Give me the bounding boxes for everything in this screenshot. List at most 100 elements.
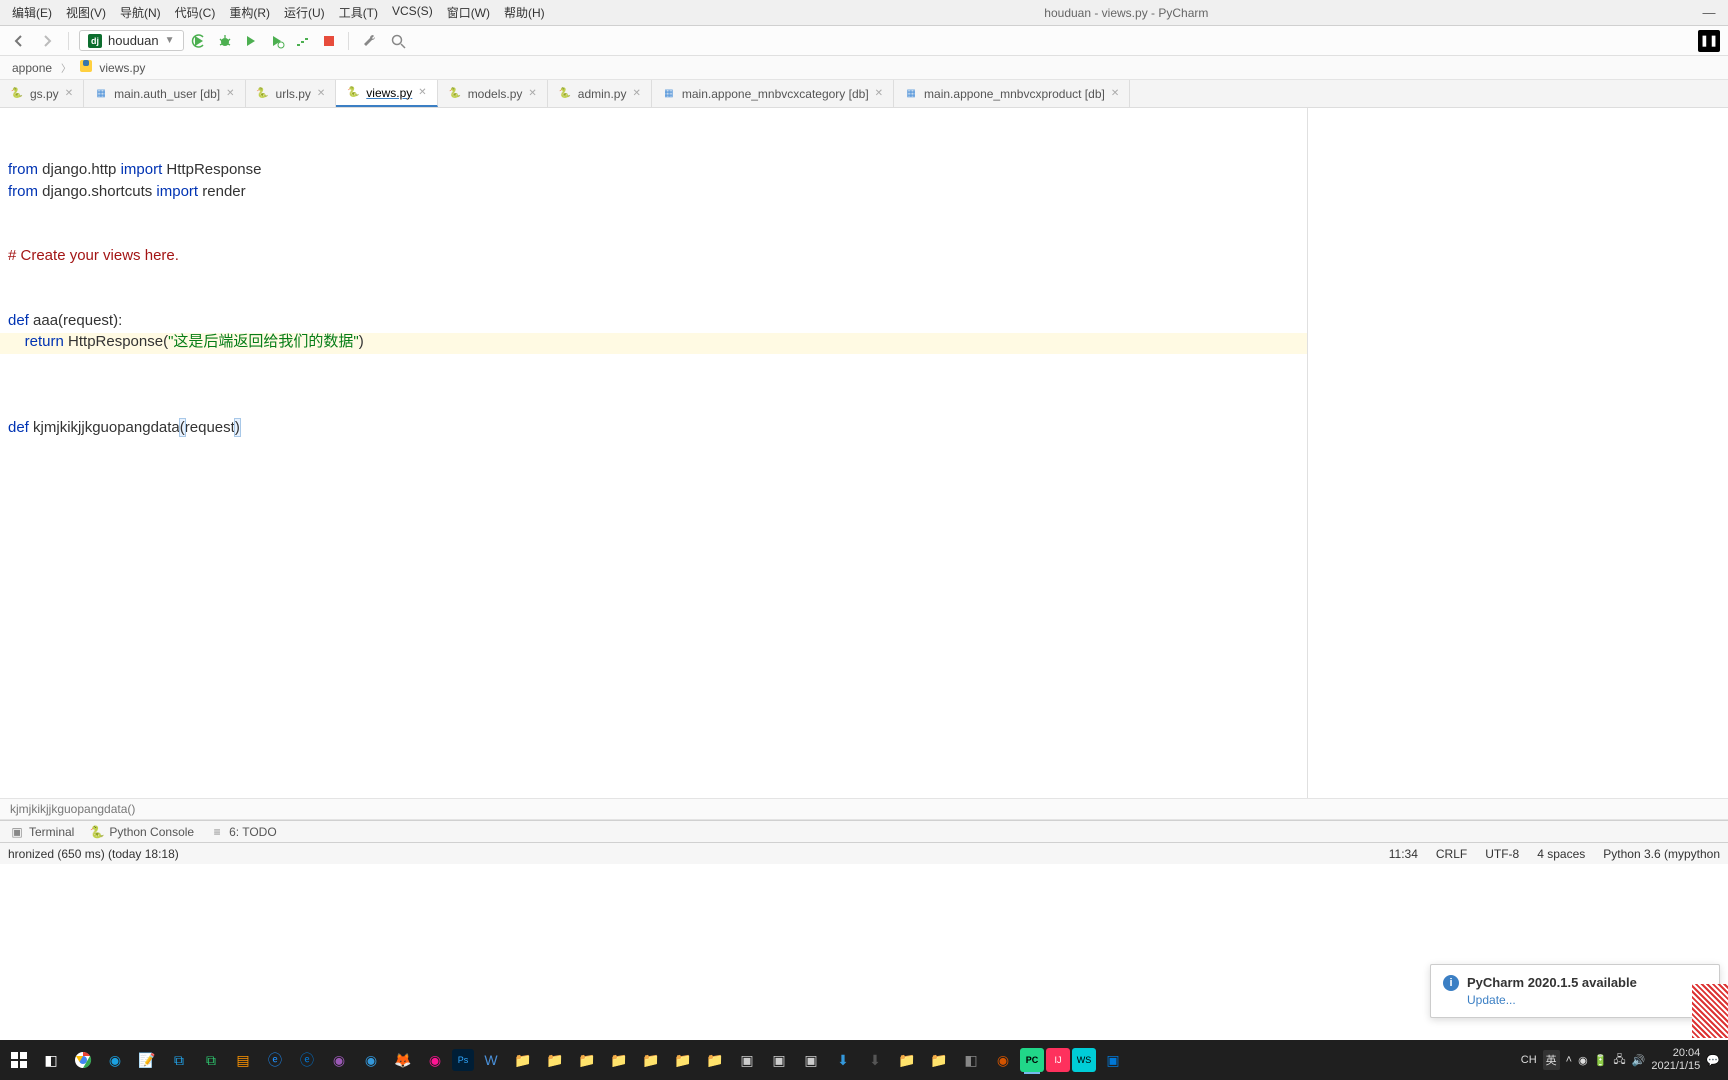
- folder-icon[interactable]: 📁: [892, 1044, 922, 1076]
- firefox-icon[interactable]: 🦊: [388, 1044, 418, 1076]
- tab-admin[interactable]: 🐍 admin.py ✕: [548, 80, 652, 107]
- function-breadcrumb[interactable]: kjmjkikjjkguopangdata(): [0, 798, 1728, 820]
- powershell-icon[interactable]: ▣: [1098, 1044, 1128, 1076]
- code-editor[interactable]: from django.http import HttpResponse fro…: [0, 108, 1308, 798]
- folder-icon[interactable]: 📁: [540, 1044, 570, 1076]
- line-separator[interactable]: CRLF: [1436, 847, 1467, 861]
- network-icon[interactable]: 🖧: [1613, 1051, 1625, 1070]
- close-icon[interactable]: ✕: [418, 87, 426, 98]
- tab-category[interactable]: ▦ main.appone_mnbvcxcategory [db] ✕: [652, 80, 894, 107]
- app-icon[interactable]: ◉: [356, 1044, 386, 1076]
- menu-view[interactable]: 视图(V): [60, 1, 112, 24]
- pause-overlay-icon[interactable]: ❚❚: [1698, 30, 1720, 52]
- intellij-icon[interactable]: IJ: [1046, 1048, 1070, 1072]
- notepad-icon[interactable]: 📝: [132, 1044, 162, 1076]
- folder-icon[interactable]: 📁: [604, 1044, 634, 1076]
- folder-icon[interactable]: 📁: [508, 1044, 538, 1076]
- tab-product[interactable]: ▦ main.appone_mnbvcxproduct [db] ✕: [894, 80, 1130, 107]
- crumb-folder[interactable]: appone: [8, 59, 56, 77]
- menu-tools[interactable]: 工具(T): [333, 1, 384, 24]
- ime-lang[interactable]: CH: [1521, 1054, 1537, 1066]
- cursor-position[interactable]: 11:34: [1389, 847, 1418, 861]
- tab-authuser[interactable]: ▦ main.auth_user [db] ✕: [84, 80, 245, 107]
- menu-refactor[interactable]: 重构(R): [223, 1, 276, 24]
- run-icon[interactable]: [242, 32, 260, 50]
- sublime-icon[interactable]: ▤: [228, 1044, 258, 1076]
- python-file-icon: 🐍: [346, 86, 360, 100]
- app-icon[interactable]: ◉: [988, 1044, 1018, 1076]
- webstorm-icon[interactable]: WS: [1072, 1048, 1096, 1072]
- terminal-icon[interactable]: ▣: [764, 1044, 794, 1076]
- tray-icon[interactable]: ◉: [1578, 1054, 1588, 1067]
- todo-tab[interactable]: ≡ 6: TODO: [210, 825, 277, 839]
- close-icon[interactable]: ✕: [65, 88, 73, 99]
- profile-icon[interactable]: [294, 32, 312, 50]
- terminal-icon[interactable]: ▣: [796, 1044, 826, 1076]
- ie-icon[interactable]: ⓔ: [260, 1044, 290, 1076]
- app-icon[interactable]: ⬇: [860, 1044, 890, 1076]
- coverage-icon[interactable]: [268, 32, 286, 50]
- tray-up-icon[interactable]: ˄: [1566, 1054, 1572, 1066]
- wrench-icon[interactable]: [359, 30, 381, 52]
- stop-icon[interactable]: [320, 32, 338, 50]
- app-icon[interactable]: ◉: [324, 1044, 354, 1076]
- pycharm-icon[interactable]: PC: [1020, 1048, 1044, 1072]
- tray-icon[interactable]: 🔋: [1594, 1054, 1608, 1067]
- folder-icon[interactable]: 📁: [572, 1044, 602, 1076]
- close-icon[interactable]: ✕: [317, 88, 325, 99]
- close-icon[interactable]: ✕: [528, 88, 536, 99]
- wps-icon[interactable]: W: [476, 1044, 506, 1076]
- app-icon[interactable]: ◧: [956, 1044, 986, 1076]
- table-icon: ▦: [662, 87, 676, 101]
- close-icon[interactable]: ✕: [875, 88, 883, 99]
- ime-mode[interactable]: 英: [1543, 1050, 1560, 1070]
- action-center-icon[interactable]: 💬: [1706, 1054, 1720, 1067]
- volume-icon[interactable]: 🔊: [1632, 1054, 1646, 1067]
- menu-run[interactable]: 运行(U): [278, 1, 331, 24]
- folder-icon[interactable]: 📁: [924, 1044, 954, 1076]
- menu-code[interactable]: 代码(C): [169, 1, 222, 24]
- menu-window[interactable]: 窗口(W): [441, 1, 496, 24]
- run-config-selector[interactable]: dj houduan ▼: [79, 30, 184, 51]
- interpreter[interactable]: Python 3.6 (mypython: [1603, 847, 1720, 861]
- close-icon[interactable]: ✕: [1111, 88, 1119, 99]
- task-view-icon[interactable]: ◧: [36, 1044, 66, 1076]
- photoshop-icon[interactable]: Ps: [452, 1049, 474, 1071]
- tab-models[interactable]: 🐍 models.py ✕: [438, 80, 548, 107]
- search-icon[interactable]: [387, 30, 409, 52]
- tab-views[interactable]: 🐍 views.py ✕: [336, 80, 437, 107]
- back-icon[interactable]: [8, 30, 30, 52]
- folder-icon[interactable]: 📁: [636, 1044, 666, 1076]
- menu-edit[interactable]: 编辑(E): [6, 1, 58, 24]
- minimize-icon[interactable]: —: [1702, 6, 1716, 20]
- python-console-tab[interactable]: 🐍 Python Console: [90, 825, 194, 839]
- terminal-tab[interactable]: ▣ Terminal: [10, 825, 74, 839]
- ime-indicator-icon[interactable]: [1692, 984, 1728, 1038]
- clock[interactable]: 20:04 2021/1/15: [1651, 1047, 1700, 1073]
- edge-icon[interactable]: ⓔ: [292, 1044, 322, 1076]
- rerun-icon[interactable]: [190, 32, 208, 50]
- update-link[interactable]: Update...: [1467, 993, 1707, 1007]
- browser-icon[interactable]: ◉: [100, 1044, 130, 1076]
- crumb-file[interactable]: views.py: [76, 58, 149, 77]
- indent[interactable]: 4 spaces: [1537, 847, 1585, 861]
- vscode-insiders-icon[interactable]: ⧉: [196, 1044, 226, 1076]
- tab-gs[interactable]: 🐍 gs.py ✕: [0, 80, 84, 107]
- close-icon[interactable]: ✕: [632, 88, 640, 99]
- app-icon[interactable]: ⬇: [828, 1044, 858, 1076]
- terminal-icon[interactable]: ▣: [732, 1044, 762, 1076]
- encoding[interactable]: UTF-8: [1485, 847, 1519, 861]
- vscode-icon[interactable]: ⧉: [164, 1044, 194, 1076]
- forward-icon[interactable]: [36, 30, 58, 52]
- tab-urls[interactable]: 🐍 urls.py ✕: [246, 80, 337, 107]
- menu-nav[interactable]: 导航(N): [114, 1, 167, 24]
- menu-vcs[interactable]: VCS(S): [386, 1, 439, 24]
- folder-icon[interactable]: 📁: [668, 1044, 698, 1076]
- close-icon[interactable]: ✕: [226, 88, 234, 99]
- folder-icon[interactable]: 📁: [700, 1044, 730, 1076]
- app-icon[interactable]: ◉: [420, 1044, 450, 1076]
- start-button[interactable]: [4, 1044, 34, 1076]
- debug-icon[interactable]: [216, 32, 234, 50]
- chrome-icon[interactable]: [68, 1044, 98, 1076]
- menu-help[interactable]: 帮助(H): [498, 1, 551, 24]
